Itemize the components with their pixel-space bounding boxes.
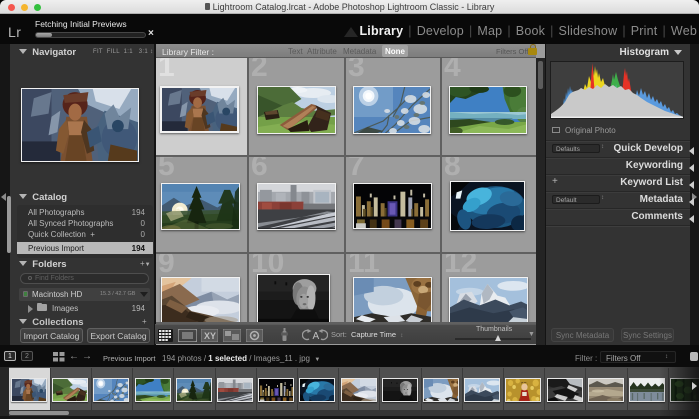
- svg-text:A: A: [313, 331, 320, 341]
- svg-text:XY: XY: [204, 331, 216, 341]
